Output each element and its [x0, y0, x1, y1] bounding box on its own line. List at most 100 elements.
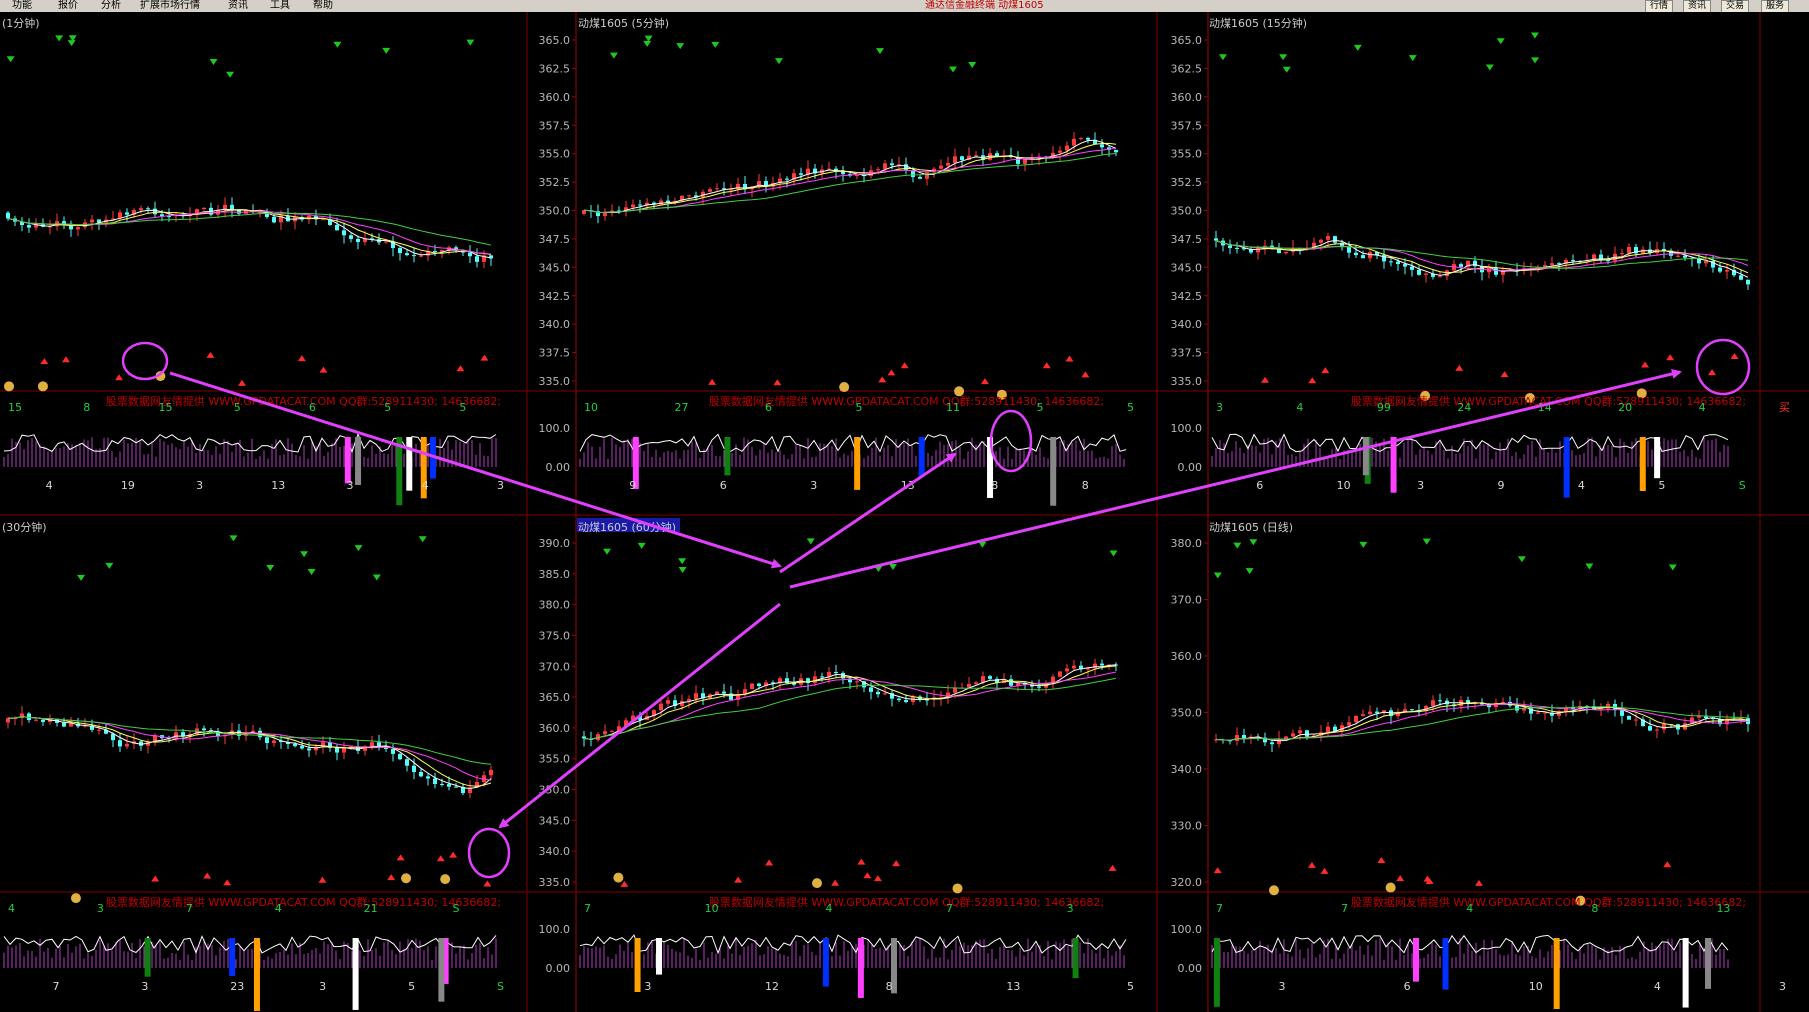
signal-markers [1213, 538, 1677, 906]
buy-arrow-icon [887, 369, 896, 376]
menu-item-analysis[interactable]: 分析 [101, 0, 121, 12]
candle-body [1739, 275, 1743, 280]
candle-body [659, 703, 663, 711]
candle-body [307, 215, 311, 220]
sell-arrow-icon [266, 564, 275, 571]
panel-15min[interactable]: 动煤1605 (15分钟) [1209, 16, 1750, 498]
sell-arrow-icon [603, 548, 612, 555]
candle-body [1746, 279, 1750, 285]
buy-arrow-icon [863, 872, 872, 879]
signal-bar [1705, 938, 1712, 989]
candle-body [1431, 700, 1435, 706]
indicator-value-label: 11 [946, 401, 960, 414]
indicator-value-label: 19 [121, 479, 135, 492]
money-bag-icon [812, 878, 823, 889]
sell-arrow-icon [229, 535, 238, 542]
indicator-value-label: 4 [1296, 401, 1303, 414]
sell-arrow-icon [77, 574, 86, 581]
panel-daily[interactable]: 动煤1605 (日线) [1209, 520, 1750, 1010]
price-tick-label: 347.5 [539, 233, 571, 246]
price-tick-label: 385.0 [539, 568, 571, 581]
price-tick-label: 345.0 [1171, 261, 1203, 274]
indicator-value-label: 4 [1578, 479, 1585, 492]
buy-arrow-icon [1320, 867, 1329, 874]
buy-arrow-icon [708, 378, 717, 385]
money-bag-icon [613, 872, 624, 883]
signal-bar [344, 437, 351, 484]
candle-body [342, 230, 346, 236]
candle-body [834, 671, 838, 673]
candle-body [939, 165, 943, 169]
candle-body [426, 776, 430, 779]
candle-body [1086, 137, 1090, 140]
toolbar-button-trade[interactable]: 交易 [1721, 0, 1750, 12]
indicator-value-label: 5 [1037, 401, 1044, 414]
candle-body [1228, 245, 1232, 248]
price-tick-label: 352.5 [1171, 176, 1203, 189]
toolbar-button-info[interactable]: 资讯 [1683, 0, 1712, 12]
sell-arrow-icon [875, 48, 884, 55]
candle-body [1093, 663, 1097, 669]
price-tick-label: 337.5 [539, 347, 571, 360]
toolbar-button-service[interactable]: 服务 [1761, 0, 1790, 12]
candle-body [1424, 273, 1428, 275]
sell-arrow-icon [6, 56, 15, 63]
price-tick-label: 360.0 [1171, 650, 1203, 663]
panel-30min[interactable]: (30分钟) [2, 520, 497, 1011]
menu-item-extended-market[interactable]: 扩展市场行情 [140, 0, 200, 12]
sell-arrow-icon [1245, 568, 1254, 575]
candle-body [293, 744, 297, 747]
panel-5min[interactable]: 动煤1605 (5分钟) [578, 16, 1127, 506]
candle-body [953, 687, 957, 693]
indicator-value-label: 8 [1591, 902, 1598, 915]
panel-60min[interactable]: 动煤1605 (60分钟) [577, 518, 1127, 998]
candle-body [391, 748, 395, 754]
indicator-tick-label: 100.0 [539, 923, 571, 936]
indicator-value-label: 5 [1658, 479, 1665, 492]
buy-arrow-icon [237, 379, 246, 386]
candle-body [433, 778, 437, 784]
price-tick-label: 335.0 [539, 876, 571, 889]
highlight-circle-5min [989, 409, 1033, 473]
candle-body [785, 178, 789, 180]
moving-average-2 [583, 142, 1117, 214]
menu-item-info[interactable]: 资讯 [228, 0, 248, 12]
menu-item-tools[interactable]: 工具 [270, 0, 290, 12]
candle-body [1354, 252, 1358, 256]
indicator-value-label: 4 [1466, 902, 1473, 915]
buy-arrow-icon [892, 860, 901, 867]
indicator-value-label: S [453, 902, 460, 915]
candle-body [62, 722, 66, 727]
price-tick-label: 350.0 [539, 205, 571, 218]
sell-arrow-icon [333, 41, 342, 48]
indicator-tick-label: 0.00 [1178, 461, 1203, 474]
buy-arrow-icon [734, 876, 743, 883]
indicator-value-label: 7 [584, 902, 591, 915]
menu-item-help[interactable]: 帮助 [313, 0, 333, 12]
candle-body [440, 783, 444, 785]
signal-bar [1682, 938, 1689, 1008]
price-tick-label: 340.0 [1171, 318, 1203, 331]
candle-body [1564, 707, 1568, 712]
price-tick-label: 380.0 [1171, 537, 1203, 550]
panel-1min[interactable]: (1分钟) [2, 16, 497, 506]
candle-body [237, 730, 241, 736]
signal-bar [656, 938, 663, 975]
toolbar-button-market[interactable]: 行情 [1645, 0, 1674, 12]
menu-item-quote[interactable]: 报价 [58, 0, 78, 12]
signal-bar [1654, 437, 1661, 479]
indicator-value-label: 3 [196, 479, 203, 492]
candle-body [447, 784, 451, 787]
menu-item-function[interactable]: 功能 [12, 0, 32, 12]
candle-body [1627, 246, 1631, 254]
candle-body [475, 256, 479, 262]
candle-body [925, 172, 929, 179]
sell-arrow-icon [1353, 44, 1362, 51]
candle-body [603, 731, 607, 735]
indicator-value-label: 8 [1082, 479, 1089, 492]
moving-average-1 [7, 208, 492, 259]
moving-average-4 [1215, 706, 1749, 741]
candle-body [1662, 724, 1666, 730]
candle-body [869, 687, 873, 692]
indicator-value-label: 6 [1404, 980, 1411, 993]
